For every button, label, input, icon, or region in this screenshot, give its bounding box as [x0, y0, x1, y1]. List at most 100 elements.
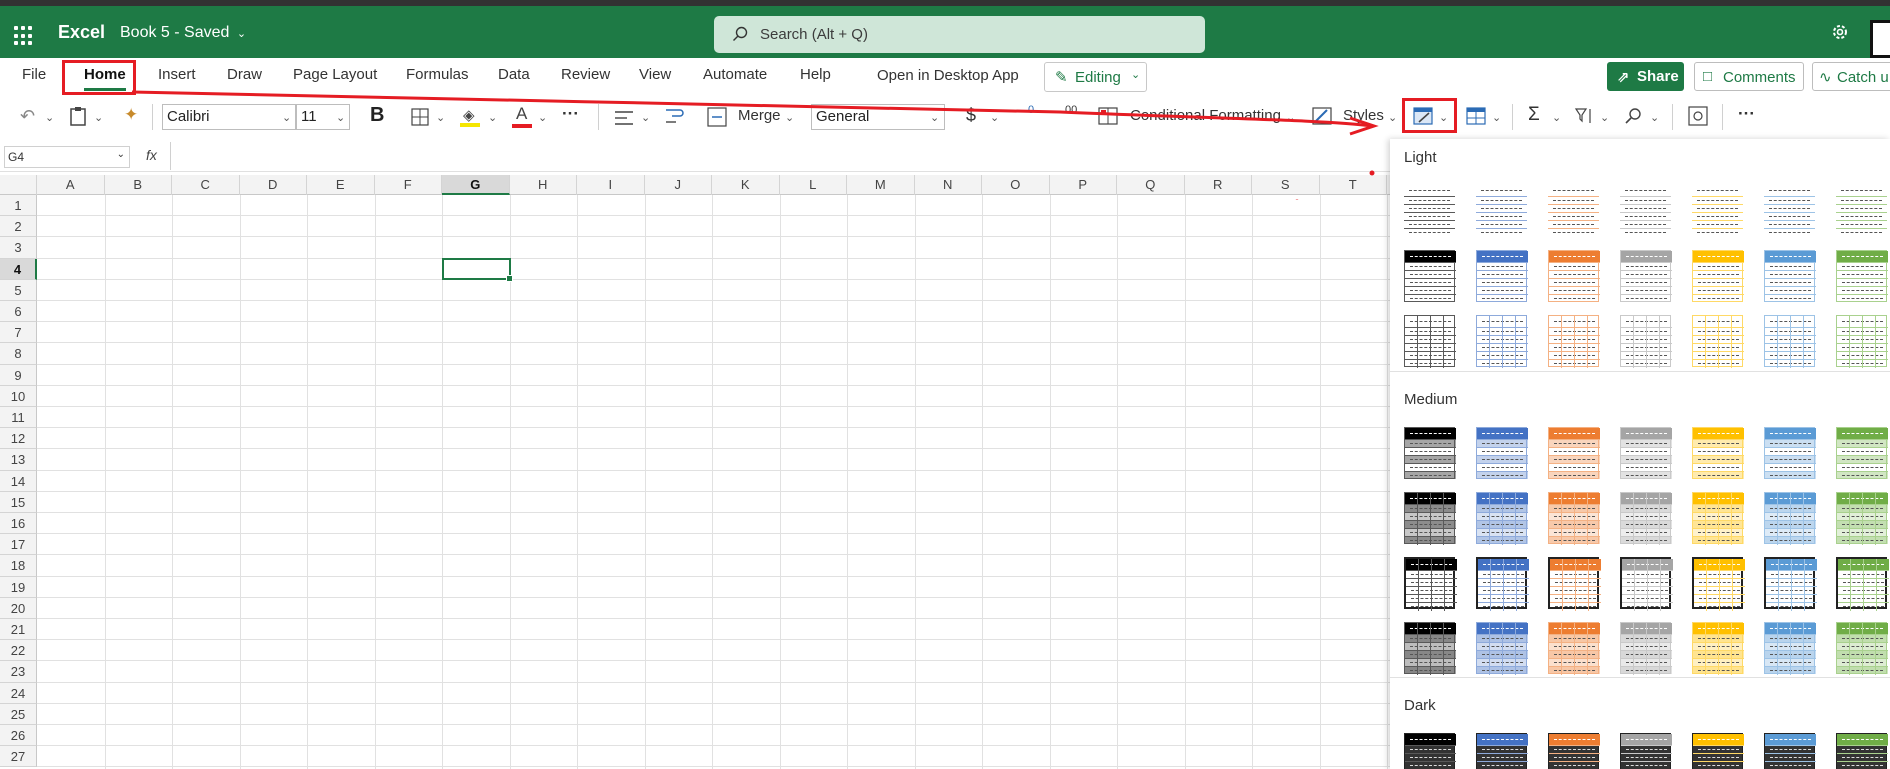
table-style-light-17[interactable]	[1548, 315, 1600, 368]
table-style-medium-16[interactable]	[1476, 557, 1529, 611]
insert-function-button[interactable]: fx	[146, 147, 157, 163]
column-header-j[interactable]: J	[645, 175, 712, 195]
avatar[interactable]	[1870, 20, 1890, 58]
row-header-24[interactable]: 24	[0, 682, 37, 704]
chevron-down-icon[interactable]: ⌄	[282, 111, 291, 124]
table-style-dark-6[interactable]	[1764, 733, 1816, 769]
row-header-25[interactable]: 25	[0, 703, 37, 725]
row-header-6[interactable]: 6	[0, 301, 37, 323]
active-cell[interactable]	[442, 257, 512, 282]
chevron-down-icon[interactable]: ⌄	[1552, 111, 1561, 124]
bold-button[interactable]: B	[370, 104, 384, 127]
column-header-f[interactable]: F	[375, 175, 442, 195]
column-header-a[interactable]: A	[37, 175, 105, 195]
table-style-light-12[interactable]	[1692, 250, 1744, 302]
row-header-26[interactable]: 26	[0, 725, 37, 747]
row-header-15[interactable]: 15	[0, 491, 37, 513]
table-style-medium-2[interactable]	[1476, 427, 1528, 479]
table-style-dark-4[interactable]	[1620, 733, 1672, 769]
app-launcher-icon[interactable]	[14, 26, 34, 46]
table-style-light-10[interactable]	[1548, 250, 1600, 302]
table-style-medium-1[interactable]	[1404, 427, 1456, 479]
table-style-medium-19[interactable]	[1692, 557, 1745, 611]
font-name-combo[interactable]: Calibri	[162, 104, 296, 130]
chevron-down-icon[interactable]: ⌄	[785, 111, 794, 124]
table-style-light-6[interactable]	[1764, 185, 1815, 237]
cell-styles-icon[interactable]	[1312, 107, 1332, 125]
chevron-down-icon[interactable]: ⌄	[1388, 111, 1397, 124]
chevron-down-icon[interactable]: ⌄	[1650, 111, 1659, 124]
table-style-light-14[interactable]	[1836, 250, 1888, 302]
more-options-button[interactable]: ···	[1738, 104, 1755, 124]
chevron-down-icon[interactable]: ⌄	[538, 111, 547, 124]
open-in-desktop-app[interactable]: Open in Desktop App	[877, 67, 1019, 84]
table-style-light-18[interactable]	[1620, 315, 1672, 368]
find-icon[interactable]	[1624, 107, 1644, 125]
sort-filter-icon[interactable]	[1574, 107, 1594, 125]
tab-review[interactable]: Review	[561, 66, 610, 83]
table-style-light-16[interactable]	[1476, 315, 1528, 368]
wrap-text-icon[interactable]	[664, 106, 684, 128]
table-style-medium-14[interactable]	[1836, 492, 1888, 545]
chevron-down-icon[interactable]: ⌄	[436, 111, 445, 124]
table-style-medium-21[interactable]	[1836, 557, 1889, 611]
increase-decimal-button[interactable]: .00	[1062, 104, 1077, 116]
column-header-c[interactable]: C	[172, 175, 240, 195]
row-header-2[interactable]: 2	[0, 216, 37, 238]
table-style-light-5[interactable]	[1692, 185, 1743, 237]
column-header-r[interactable]: R	[1185, 175, 1252, 195]
chevron-down-icon[interactable]: ⌄	[488, 111, 497, 124]
tab-view[interactable]: View	[639, 66, 671, 83]
column-header-m[interactable]: M	[847, 175, 915, 195]
table-style-light-7[interactable]	[1836, 185, 1887, 237]
add-ins-icon[interactable]	[1688, 106, 1708, 126]
styles-button[interactable]: Styles	[1343, 107, 1384, 124]
comments-button[interactable]: □ Comments	[1694, 62, 1804, 91]
table-style-medium-7[interactable]	[1836, 427, 1888, 479]
column-header-t[interactable]: T	[1320, 175, 1387, 195]
gear-icon[interactable]	[1830, 22, 1850, 42]
table-style-light-21[interactable]	[1836, 315, 1888, 368]
catch-up-button[interactable]: ∿ Catch u	[1812, 62, 1890, 91]
row-header-14[interactable]: 14	[0, 470, 37, 492]
row-header-13[interactable]: 13	[0, 449, 37, 471]
row-header-21[interactable]: 21	[0, 619, 37, 641]
chevron-down-icon[interactable]: ⌄	[1286, 111, 1295, 124]
conditional-formatting-icon[interactable]	[1098, 107, 1118, 125]
row-header-16[interactable]: 16	[0, 513, 37, 535]
row-header-18[interactable]: 18	[0, 555, 37, 577]
row-header-5[interactable]: 5	[0, 279, 37, 301]
table-style-medium-13[interactable]	[1764, 492, 1816, 545]
tab-formulas[interactable]: Formulas	[406, 66, 469, 83]
name-box[interactable]: G4 ⌄	[4, 146, 130, 168]
row-header-27[interactable]: 27	[0, 746, 37, 768]
table-style-medium-28[interactable]	[1836, 622, 1888, 675]
table-style-medium-12[interactable]	[1692, 492, 1744, 545]
decrease-decimal-button[interactable]: ←0	[1017, 104, 1034, 116]
number-format-combo[interactable]: General	[811, 104, 945, 130]
conditional-formatting-button[interactable]: Conditional Formatting	[1130, 107, 1281, 124]
table-style-medium-26[interactable]	[1692, 622, 1744, 675]
table-style-medium-17[interactable]	[1548, 557, 1601, 611]
column-header-h[interactable]: H	[510, 175, 577, 195]
search-box[interactable]: Search (Alt + Q)	[714, 16, 1205, 53]
table-style-light-15[interactable]	[1404, 315, 1456, 368]
row-header-4[interactable]: 4	[0, 258, 37, 280]
chevron-down-icon[interactable]: ⌄	[930, 111, 939, 124]
column-header-o[interactable]: O	[982, 175, 1050, 195]
table-style-medium-25[interactable]	[1620, 622, 1672, 675]
column-header-n[interactable]: N	[915, 175, 982, 195]
table-style-dark-1[interactable]	[1404, 733, 1456, 769]
merge-icon[interactable]	[707, 107, 727, 127]
table-style-medium-27[interactable]	[1764, 622, 1816, 675]
table-style-medium-10[interactable]	[1548, 492, 1600, 545]
tab-file[interactable]: File	[22, 66, 46, 83]
worksheet-grid[interactable]: ABCDEFGHIJKLMNOPQRST 1 2 3 4 5 6 7 8 9 10 11 12 13 14…	[0, 175, 1390, 769]
row-header-8[interactable]: 8	[0, 343, 37, 365]
table-style-medium-9[interactable]	[1476, 492, 1528, 545]
table-style-medium-18[interactable]	[1620, 557, 1673, 611]
align-icon[interactable]	[614, 110, 634, 126]
editing-mode-button[interactable]: ✎ Editing ⌄	[1044, 62, 1147, 92]
table-style-light-19[interactable]	[1692, 315, 1744, 368]
format-as-table-icon[interactable]	[1413, 107, 1433, 125]
